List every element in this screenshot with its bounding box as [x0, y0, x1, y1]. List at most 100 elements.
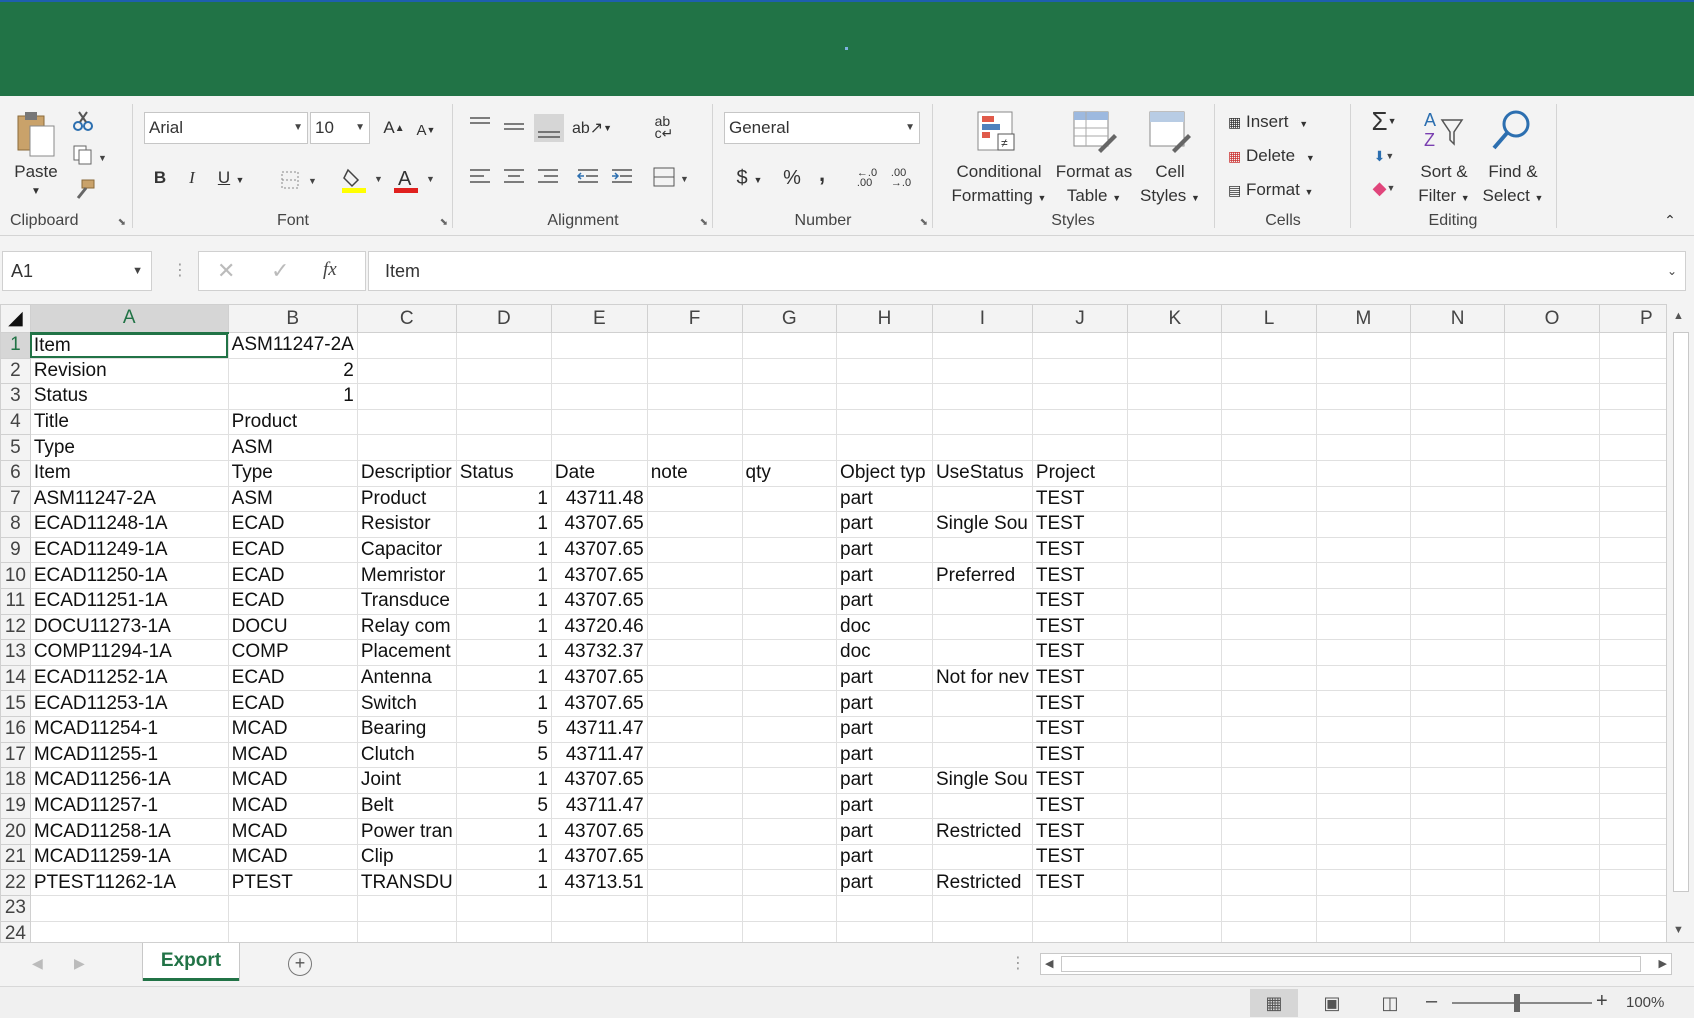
cell-k15[interactable]	[1127, 690, 1223, 717]
column-header-o[interactable]: O	[1504, 304, 1600, 333]
row-header[interactable]: 4	[0, 408, 31, 436]
cell-d18[interactable]: 1	[455, 767, 552, 794]
row-header[interactable]: 11	[0, 587, 31, 615]
cell-l20[interactable]	[1221, 818, 1317, 845]
copy-icon[interactable]: ▼	[72, 144, 108, 166]
row-header[interactable]: 16	[0, 715, 31, 743]
cell-h16[interactable]: part	[836, 715, 933, 743]
number-format-select[interactable]: General ▼	[724, 112, 920, 144]
cell-j10[interactable]: TEST	[1031, 562, 1129, 589]
zoom-slider-thumb[interactable]	[1514, 994, 1520, 1012]
cell-f24[interactable]	[646, 920, 743, 942]
cell-d23[interactable]	[455, 895, 552, 922]
cell-j13[interactable]: TEST	[1031, 639, 1129, 666]
cell-a24[interactable]	[29, 920, 229, 942]
cell-n23[interactable]	[1410, 895, 1506, 922]
cell-a5[interactable]: Type	[29, 434, 229, 461]
cell-b7[interactable]: ASM	[227, 485, 358, 513]
cell-l3[interactable]	[1221, 383, 1317, 410]
cell-m2[interactable]	[1315, 357, 1412, 385]
cell-j22[interactable]: TEST	[1031, 869, 1129, 897]
cell-d16[interactable]: 5	[455, 715, 552, 743]
cell-l10[interactable]	[1221, 562, 1317, 589]
cell-g2[interactable]	[741, 357, 838, 385]
cell-j2[interactable]	[1031, 357, 1129, 385]
cell-a16[interactable]: MCAD11254-1	[29, 715, 229, 743]
cell-j16[interactable]: TEST	[1031, 715, 1129, 743]
cell-n24[interactable]	[1410, 920, 1506, 942]
cell-k5[interactable]	[1127, 434, 1223, 461]
cell-l12[interactable]	[1221, 613, 1317, 641]
orientation-icon[interactable]: ab↗ ▼	[572, 114, 612, 142]
zoom-in-icon[interactable]: +	[1596, 990, 1608, 1013]
cell-m20[interactable]	[1315, 818, 1412, 845]
cell-l16[interactable]	[1221, 715, 1317, 743]
name-box[interactable]: A1 ▼	[2, 251, 152, 291]
cell-b12[interactable]: DOCU	[227, 613, 358, 641]
cell-b18[interactable]: MCAD	[227, 767, 358, 794]
cell-e7[interactable]: 43711.48	[550, 485, 648, 513]
cell-d2[interactable]	[455, 357, 552, 385]
cell-k9[interactable]	[1127, 536, 1223, 564]
cell-d1[interactable]	[455, 332, 552, 359]
cell-a9[interactable]: ECAD11249-1A	[29, 536, 229, 564]
cell-j7[interactable]: TEST	[1031, 485, 1129, 513]
cell-m7[interactable]	[1315, 485, 1412, 513]
cell-b21[interactable]: MCAD	[227, 843, 358, 871]
cell-c21[interactable]: Clip	[356, 843, 457, 871]
cell-o9[interactable]	[1504, 536, 1600, 564]
cell-m21[interactable]	[1315, 843, 1412, 871]
cell-e11[interactable]: 43707.65	[550, 587, 648, 615]
cell-m18[interactable]	[1315, 767, 1412, 794]
cell-m13[interactable]	[1315, 639, 1412, 666]
cell-m8[interactable]	[1315, 511, 1412, 538]
cell-e24[interactable]	[550, 920, 648, 942]
row-header[interactable]: 20	[0, 818, 31, 845]
fill-icon[interactable]: ⬇ ▼	[1364, 142, 1404, 170]
cell-d9[interactable]: 1	[455, 536, 552, 564]
cell-m3[interactable]	[1315, 383, 1412, 410]
cell-k22[interactable]	[1127, 869, 1223, 897]
cell-b4[interactable]: Product	[227, 408, 358, 436]
cell-h20[interactable]: part	[836, 818, 933, 845]
cell-c16[interactable]: Bearing	[356, 715, 457, 743]
cell-f10[interactable]	[646, 562, 743, 589]
cell-h18[interactable]: part	[836, 767, 933, 794]
row-header[interactable]: 7	[0, 485, 31, 513]
font-launcher-icon[interactable]: ⬊	[440, 217, 448, 228]
cell-k20[interactable]	[1127, 818, 1223, 845]
cell-j9[interactable]: TEST	[1031, 536, 1129, 564]
cell-f20[interactable]	[646, 818, 743, 845]
cell-m19[interactable]	[1315, 792, 1412, 820]
format-painter-icon[interactable]	[72, 178, 98, 200]
cell-f9[interactable]	[646, 536, 743, 564]
cell-k2[interactable]	[1127, 357, 1223, 385]
bold-button[interactable]: B	[150, 164, 170, 192]
next-sheet-icon[interactable]: ▶	[74, 955, 85, 972]
cell-a13[interactable]: COMP11294-1A	[29, 639, 229, 666]
cell-d22[interactable]: 1	[455, 869, 552, 897]
row-header[interactable]: 2	[0, 357, 31, 385]
zoom-slider[interactable]	[1452, 1002, 1592, 1004]
number-launcher-icon[interactable]: ⬊	[920, 217, 928, 228]
cell-l18[interactable]	[1221, 767, 1317, 794]
cell-i9[interactable]	[931, 536, 1033, 564]
cell-a10[interactable]: ECAD11250-1A	[29, 562, 229, 589]
cell-a18[interactable]: MCAD11256-1A	[29, 767, 229, 794]
cell-g22[interactable]	[741, 869, 838, 897]
font-color-icon[interactable]: A ▼	[394, 166, 440, 194]
cell-j14[interactable]: TEST	[1031, 664, 1129, 692]
cell-g11[interactable]	[741, 587, 838, 615]
cell-c5[interactable]	[356, 434, 457, 461]
cell-i14[interactable]: Not for nev	[931, 664, 1033, 692]
cell-c11[interactable]: Transduce	[356, 587, 457, 615]
cell-m10[interactable]	[1315, 562, 1412, 589]
normal-view-icon[interactable]: ▦	[1250, 989, 1298, 1017]
cell-o17[interactable]	[1504, 741, 1600, 769]
cell-n14[interactable]	[1410, 664, 1506, 692]
cell-j5[interactable]	[1031, 434, 1129, 461]
cell-l14[interactable]	[1221, 664, 1317, 692]
cell-j6[interactable]: Project	[1031, 459, 1129, 487]
scroll-right-icon[interactable]: ▶	[1659, 957, 1667, 970]
select-all-corner[interactable]: ◢	[0, 304, 31, 333]
